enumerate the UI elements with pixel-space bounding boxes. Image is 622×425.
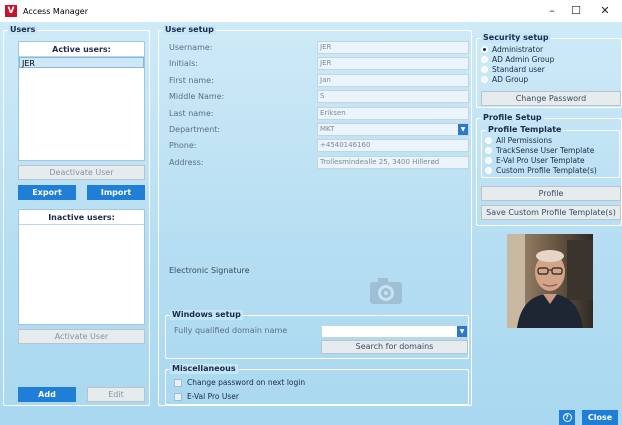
eval-pro-checkbox[interactable]: E-Val Pro User (174, 392, 239, 401)
initials-field[interactable]: JER (317, 57, 469, 70)
list-item[interactable]: JER (19, 57, 144, 68)
add-user-button[interactable]: Add (18, 387, 76, 402)
radio-administrator[interactable]: Administrator (481, 45, 543, 54)
initials-label: Initials: (169, 59, 198, 68)
department-value: MKT (320, 125, 335, 133)
address-label: Address: (169, 158, 204, 167)
radio-label: AD Admin Group (492, 55, 555, 64)
radio-label: TrackSense User Template (496, 146, 595, 155)
radio-label: AD Group (492, 75, 529, 84)
profile-setup-group: Profile Setup Profile Template All Permi… (476, 113, 622, 226)
radio-button[interactable] (485, 167, 492, 174)
radio-evalpro-template[interactable]: E-Val Pro User Template (485, 156, 585, 165)
checkbox-box[interactable] (174, 378, 182, 387)
radio-button[interactable] (485, 147, 492, 154)
chevron-down-icon[interactable]: ▼ (458, 124, 468, 135)
profile-template-legend: Profile Template (486, 125, 564, 135)
maximize-button[interactable]: ☐ (561, 0, 591, 22)
chevron-down-icon[interactable]: ▼ (457, 326, 467, 337)
close-button[interactable]: Close (582, 410, 618, 425)
camera-icon[interactable] (369, 277, 403, 305)
first-name-label: First name: (169, 76, 214, 85)
eval-pro-label: E-Val Pro User (187, 392, 239, 401)
address-field[interactable]: Trollesmindealle 25, 3400 Hillerød (317, 156, 469, 169)
radio-button[interactable] (485, 137, 492, 144)
active-users-list: JER (19, 57, 144, 68)
activate-user-button[interactable]: Activate User (18, 329, 145, 344)
change-password-button[interactable]: Change Password (481, 91, 621, 106)
radio-button[interactable] (481, 66, 488, 73)
title-bar: V Access Manager – ☐ ✕ (0, 0, 622, 22)
radio-button[interactable] (485, 157, 492, 164)
user-setup-legend: User setup (163, 25, 216, 35)
change-password-label: Change password on next login (187, 378, 306, 387)
user-setup-group: User setup Username: JER Initials: JER F… (158, 25, 472, 406)
middle-name-field[interactable]: S (317, 90, 469, 103)
app-logo-icon: V (5, 5, 17, 17)
radio-button[interactable] (481, 56, 488, 63)
username-field[interactable]: JER (317, 41, 469, 54)
main-window: Users Active users: JER Deactivate User … (0, 22, 622, 425)
help-button[interactable]: ? (559, 410, 575, 425)
active-users-panel: Active users: JER (18, 41, 145, 161)
domain-select[interactable]: ▼ (321, 325, 468, 338)
inactive-users-header: Inactive users: (19, 210, 144, 225)
department-label: Department: (169, 125, 221, 134)
users-group: Users Active users: JER Deactivate User … (3, 25, 150, 406)
profile-button[interactable]: Profile (481, 186, 621, 201)
user-photo (507, 234, 593, 328)
radio-button[interactable] (481, 76, 488, 83)
radio-label: Custom Profile Template(s) (496, 166, 597, 175)
change-password-checkbox[interactable]: Change password on next login (174, 378, 305, 387)
radio-ad-group[interactable]: AD Group (481, 75, 528, 84)
phone-field[interactable]: +4540146160 (317, 139, 469, 152)
edit-user-button[interactable]: Edit (87, 387, 145, 402)
username-label: Username: (169, 43, 213, 52)
window-title: Access Manager (23, 6, 88, 16)
save-custom-profile-button[interactable]: Save Custom Profile Template(s) (481, 205, 621, 220)
export-button[interactable]: Export (18, 185, 76, 200)
radio-tracksense-template[interactable]: TrackSense User Template (485, 146, 594, 155)
active-users-header: Active users: (19, 42, 144, 57)
close-window-button[interactable]: ✕ (590, 0, 620, 22)
deactivate-user-button[interactable]: Deactivate User (18, 165, 145, 180)
radio-ad-admin-group[interactable]: AD Admin Group (481, 55, 554, 64)
department-select[interactable]: MKT ▼ (317, 123, 469, 136)
profile-template-group: Profile Template All Permissions TrackSe… (481, 125, 620, 178)
radio-button[interactable] (481, 46, 488, 53)
security-setup-group: Security setup Administrator AD Admin Gr… (476, 33, 622, 108)
miscellaneous-group: Miscellaneous Change password on next lo… (165, 364, 469, 405)
search-domains-button[interactable]: Search for domains (321, 340, 468, 354)
last-name-label: Last name: (169, 109, 214, 118)
radio-standard-user[interactable]: Standard user (481, 65, 545, 74)
domain-label: Fully qualified domain name (174, 326, 288, 335)
import-button[interactable]: Import (87, 185, 145, 200)
windows-setup-group: Windows setup Fully qualified domain nam… (165, 310, 469, 359)
first-name-field[interactable]: Jan (317, 74, 469, 87)
radio-custom-template[interactable]: Custom Profile Template(s) (485, 166, 597, 175)
phone-label: Phone: (169, 141, 197, 150)
radio-label: Standard user (492, 65, 545, 74)
users-legend: Users (8, 25, 38, 35)
radio-all-permissions[interactable]: All Permissions (485, 136, 552, 145)
help-icon: ? (562, 413, 572, 422)
checkbox-box[interactable] (174, 392, 182, 401)
electronic-signature-label: Electronic Signature (169, 266, 250, 275)
profile-setup-legend: Profile Setup (481, 113, 544, 123)
windows-setup-legend: Windows setup (170, 310, 243, 320)
last-name-field[interactable]: Eriksen (317, 107, 469, 120)
middle-name-label: Middle Name: (169, 92, 225, 101)
radio-label: All Permissions (496, 136, 553, 145)
inactive-users-panel: Inactive users: (18, 209, 145, 325)
security-setup-legend: Security setup (481, 33, 551, 43)
radio-label: Administrator (492, 45, 544, 54)
radio-label: E-Val Pro User Template (496, 156, 585, 165)
miscellaneous-legend: Miscellaneous (170, 364, 238, 374)
